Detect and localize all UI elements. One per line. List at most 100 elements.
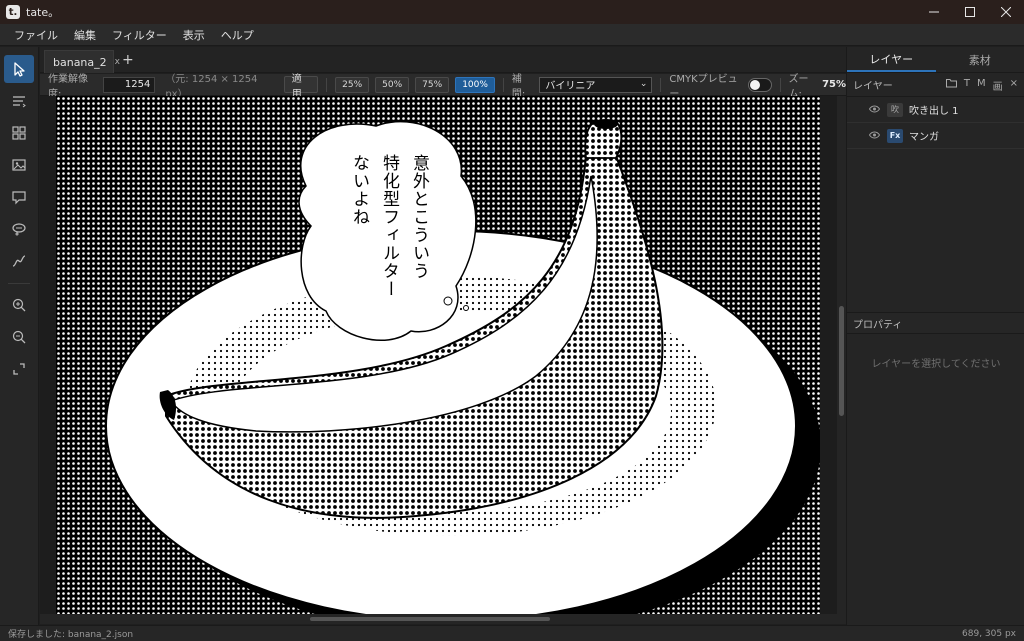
app-logo: t.: [6, 5, 20, 19]
speech-bubble-tool[interactable]: [4, 183, 34, 211]
vertical-scrollbar[interactable]: [837, 96, 846, 614]
document-tab-label: banana_2: [53, 55, 107, 69]
panel-tabs: レイヤー 素材: [847, 47, 1024, 73]
fit-screen-icon: [13, 363, 25, 375]
menu-edit[interactable]: 編集: [66, 27, 104, 43]
resolution-input[interactable]: 1254: [103, 76, 156, 93]
menu-bar: ファイル 編集 フィルター 表示 ヘルプ: [0, 24, 1024, 46]
layer-row[interactable]: Fx マンガ: [847, 123, 1024, 149]
menu-filter[interactable]: フィルター: [104, 27, 175, 43]
text-lines-icon: [13, 96, 26, 108]
tab-close-icon[interactable]: x: [115, 57, 120, 67]
zoom-value: 75%: [822, 79, 846, 90]
zoom-preset-25[interactable]: 25%: [335, 76, 370, 93]
menu-help[interactable]: ヘルプ: [213, 27, 262, 43]
text-tool[interactable]: [4, 87, 34, 115]
layer-type-badge: 吹: [887, 102, 903, 117]
canvas-area[interactable]: 意外とこういう 特化型フィルター ないよね: [40, 96, 837, 614]
properties-empty-message: レイヤーを選択してください: [871, 359, 1001, 370]
app-title: tate。: [26, 6, 60, 19]
visibility-eye-icon[interactable]: [868, 129, 883, 142]
layers-header-label: レイヤー: [853, 81, 893, 92]
tool-palette: [0, 47, 39, 625]
cursor-icon: [14, 62, 25, 77]
zoom-preset-75[interactable]: 75%: [415, 76, 450, 93]
cmyk-preview-label: CMYKプレビュー: [669, 73, 738, 100]
cmyk-preview-toggle[interactable]: [747, 77, 772, 92]
bubble-text-line-2: 特化型フィルター: [379, 154, 400, 298]
fit-tool[interactable]: [4, 355, 34, 383]
separator: [779, 77, 781, 92]
image-tool[interactable]: [4, 151, 34, 179]
cursor-coordinates: 689, 305 px: [962, 628, 1016, 639]
tab-layers[interactable]: レイヤー: [847, 47, 936, 72]
zoom-preset-100[interactable]: 100%: [455, 76, 495, 93]
thought-bubble-tail: [443, 296, 453, 306]
layer-row[interactable]: 吹 吹き出し 1: [847, 97, 1024, 123]
right-panel: レイヤー 素材 レイヤー T M 画 × 吹 吹き出し 1 Fx マンガ プロパ…: [846, 47, 1024, 625]
grid-icon: [12, 126, 26, 140]
maximize-icon: [965, 7, 975, 17]
thought-bubble-tail: [463, 305, 469, 311]
thought-bubble-tool[interactable]: [4, 215, 34, 243]
delete-layer-button[interactable]: ×: [1010, 78, 1018, 93]
chevron-down-icon: ⌄: [639, 78, 648, 89]
banana-stem-end: [594, 119, 618, 129]
zoom-out-icon: [12, 330, 26, 344]
curve-icon: [12, 255, 26, 267]
separator: [502, 77, 504, 92]
window-controls: [916, 0, 1024, 24]
panel-tool[interactable]: [4, 119, 34, 147]
menu-view[interactable]: 表示: [175, 27, 213, 43]
layer-type-badge: Fx: [887, 128, 903, 143]
layer-name: 吹き出し 1: [909, 106, 959, 117]
status-message: 保存しました: banana_2.json: [8, 630, 134, 640]
separator: [660, 77, 662, 92]
zoom-preset-50[interactable]: 50%: [375, 76, 410, 93]
speech-bubble-icon: [12, 191, 26, 205]
scroll-thumb[interactable]: [839, 306, 844, 416]
add-text-layer-button[interactable]: T: [964, 78, 970, 93]
visibility-eye-icon[interactable]: [868, 103, 883, 116]
interpolation-select[interactable]: バイリニア ⌄: [539, 76, 653, 93]
apply-button[interactable]: 適用: [283, 74, 319, 100]
title-bar: t. tate。: [0, 0, 1024, 24]
toolbar-divider: [8, 283, 30, 284]
menu-file[interactable]: ファイル: [6, 27, 66, 43]
close-window-button[interactable]: [988, 0, 1024, 24]
zoom-label: ズーム:: [788, 73, 809, 100]
separator: [326, 77, 328, 92]
minimize-button[interactable]: [916, 0, 952, 24]
zoom-in-icon: [12, 298, 26, 312]
status-bar: 保存しました: banana_2.json 689, 305 px: [0, 625, 1024, 641]
curve-tool[interactable]: [4, 247, 34, 275]
options-bar: 作業解像度: 1254 （元: 1254 × 1254 px） 適用 25% 5…: [40, 74, 846, 100]
minimize-icon: [929, 11, 939, 13]
resolution-label: 作業解像度:: [48, 73, 88, 100]
scroll-thumb[interactable]: [310, 617, 550, 621]
bubble-text-line-3: ないよね: [349, 154, 369, 226]
folder-icon[interactable]: [945, 78, 957, 93]
layers-header: レイヤー T M 画 ×: [847, 73, 1024, 97]
original-size-hint: （元: 1254 × 1254 px）: [165, 73, 258, 100]
image-icon: [12, 159, 26, 171]
zoom-in-tool[interactable]: [4, 291, 34, 319]
maximize-button[interactable]: [952, 0, 988, 24]
layer-name: マンガ: [909, 132, 939, 143]
properties-header: プロパティ: [847, 312, 1024, 334]
new-tab-button[interactable]: +: [122, 52, 134, 68]
horizontal-scrollbar[interactable]: [40, 614, 846, 624]
thought-bubble-icon: [12, 223, 26, 236]
interpolation-label: 補間:: [511, 73, 526, 100]
layer-tools: T M 画 ×: [945, 78, 1018, 93]
select-tool[interactable]: [4, 55, 34, 83]
interpolation-value: バイリニア: [545, 81, 596, 92]
zoom-out-tool[interactable]: [4, 323, 34, 351]
tab-materials[interactable]: 素材: [936, 47, 1024, 72]
toggle-knob: [749, 79, 760, 90]
close-icon: [1001, 7, 1011, 17]
bubble-text-line-1: 意外とこういう: [409, 154, 430, 280]
manga-canvas[interactable]: 意外とこういう 特化型フィルター ないよね: [56, 96, 820, 614]
add-mask-layer-button[interactable]: M: [977, 78, 986, 93]
add-image-layer-button[interactable]: 画: [993, 78, 1003, 93]
